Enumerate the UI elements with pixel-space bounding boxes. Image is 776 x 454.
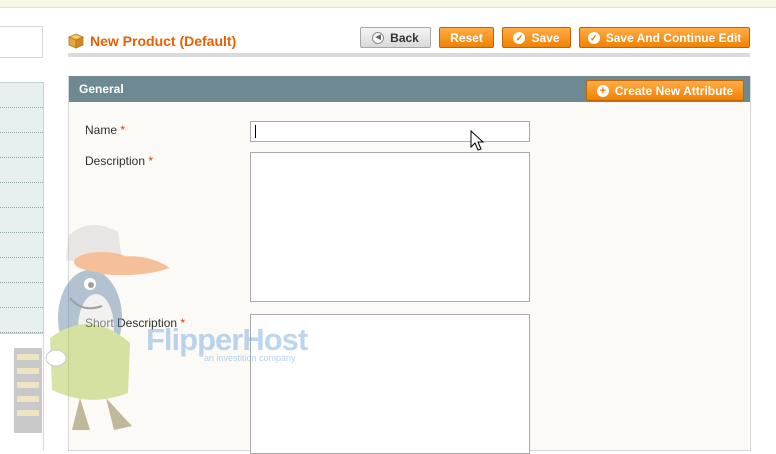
required-mark: * bbox=[120, 123, 126, 137]
checkmark-icon: ✓ bbox=[513, 31, 526, 44]
required-mark: * bbox=[148, 154, 154, 168]
description-label: Description * bbox=[85, 154, 153, 168]
sidebar-tab[interactable] bbox=[0, 83, 43, 108]
page-title-text: New Product (Default) bbox=[90, 33, 237, 49]
fieldset-header: General + Create New Attribute bbox=[69, 76, 750, 102]
general-fieldset: General + Create New Attribute Name * De… bbox=[68, 76, 751, 454]
plus-icon: + bbox=[596, 84, 609, 97]
create-new-attribute-label: Create New Attribute bbox=[614, 83, 734, 98]
header-divider bbox=[68, 53, 750, 57]
flipperhost-tagline: an investition company bbox=[204, 353, 296, 363]
fieldset-title: General bbox=[79, 82, 124, 96]
back-button-label: Back bbox=[390, 30, 419, 45]
sidebar-tab[interactable] bbox=[0, 133, 43, 158]
product-box-icon bbox=[68, 33, 84, 49]
description-textarea[interactable] bbox=[250, 152, 530, 302]
save-and-continue-button[interactable]: ✓ Save And Continue Edit bbox=[579, 27, 750, 48]
name-input[interactable] bbox=[250, 121, 530, 142]
page-title: New Product (Default) bbox=[68, 31, 236, 51]
save-and-continue-label: Save And Continue Edit bbox=[605, 30, 742, 45]
mouse-pointer-icon bbox=[470, 130, 485, 151]
save-button[interactable]: ✓ Save bbox=[502, 27, 571, 48]
product-tabs-sidebar bbox=[0, 82, 44, 334]
sidebar-tab[interactable] bbox=[0, 108, 43, 133]
sidebar-tab[interactable] bbox=[0, 158, 43, 183]
top-strip bbox=[0, 0, 776, 8]
reset-button[interactable]: Reset bbox=[439, 27, 494, 48]
reset-button-label: Reset bbox=[450, 30, 483, 45]
name-label: Name * bbox=[85, 123, 125, 137]
sidebar-tab[interactable] bbox=[0, 208, 43, 233]
back-button[interactable]: ◀ Back bbox=[360, 27, 431, 48]
save-button-label: Save bbox=[531, 30, 560, 45]
description-label-text: Description bbox=[85, 154, 146, 168]
checkmark-icon: ✓ bbox=[587, 31, 600, 44]
sidebar-header bbox=[0, 26, 43, 58]
sidebar-tab[interactable] bbox=[0, 258, 43, 283]
name-label-text: Name bbox=[85, 123, 118, 137]
sidebar-tab[interactable] bbox=[0, 183, 43, 208]
sidebar-tab[interactable] bbox=[0, 283, 43, 308]
create-new-attribute-button[interactable]: + Create New Attribute bbox=[586, 80, 744, 101]
back-arrow-icon: ◀ bbox=[372, 31, 385, 44]
sidebar-tab[interactable] bbox=[0, 308, 43, 333]
sidebar-divider bbox=[43, 332, 44, 450]
text-caret bbox=[255, 125, 256, 138]
sidebar-tab[interactable] bbox=[0, 233, 43, 258]
